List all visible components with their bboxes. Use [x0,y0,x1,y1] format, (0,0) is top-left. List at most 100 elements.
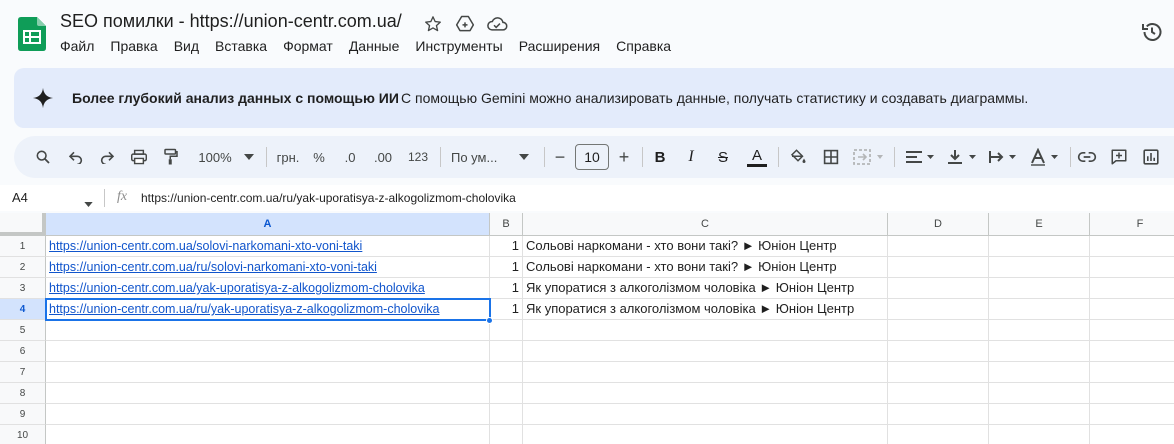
row-header[interactable]: 2 [0,257,46,278]
menu-extensions[interactable]: Расширения [511,38,608,54]
empty-cell[interactable] [888,320,989,341]
empty-cell[interactable] [523,362,888,383]
version-history-icon[interactable] [1140,20,1164,44]
empty-cell[interactable] [46,362,490,383]
decrease-decimal-button[interactable]: .0 [340,145,360,169]
cell-c2[interactable]: Сольові наркомани - хто вони такі? ► Юні… [523,257,888,278]
sheets-logo-icon[interactable] [18,17,46,51]
empty-cell[interactable] [46,320,490,341]
empty-cell[interactable] [1090,278,1174,299]
text-wrapping-icon[interactable] [986,145,1020,169]
empty-cell[interactable] [490,425,523,444]
empty-cell[interactable] [46,383,490,404]
empty-cell[interactable] [46,341,490,362]
text-color-button[interactable]: A [746,145,768,169]
row-header[interactable]: 10 [0,425,46,444]
column-header-d[interactable]: D [888,213,989,236]
currency-format-button[interactable]: грн. [274,145,302,169]
spreadsheet-grid[interactable]: A B C D E F 1 2 3 4 5 6 7 8 9 10 https:/… [0,213,1174,444]
empty-cell[interactable] [989,299,1090,320]
vertical-align-icon[interactable] [945,145,979,169]
empty-cell[interactable] [989,425,1090,444]
search-menus-icon[interactable] [32,145,54,169]
cell-a2[interactable]: https://union-centr.com.ua/ru/solovi-nar… [46,257,490,278]
print-icon[interactable] [128,145,150,169]
empty-cell[interactable] [1090,236,1174,257]
name-box-chevron-down-icon[interactable] [84,194,93,212]
column-header-c[interactable]: C [523,213,888,236]
empty-cell[interactable] [1090,320,1174,341]
cell-c1[interactable]: Сольові наркомани - хто вони такі? ► Юні… [523,236,888,257]
empty-cell[interactable] [490,404,523,425]
move-to-drive-icon[interactable] [454,13,476,35]
cell-b2[interactable]: 1 [490,257,523,278]
menu-tools[interactable]: Инструменты [407,38,510,54]
empty-cell[interactable] [490,341,523,362]
row-header[interactable]: 7 [0,362,46,383]
empty-cell[interactable] [1090,404,1174,425]
empty-cell[interactable] [888,341,989,362]
empty-cell[interactable] [46,404,490,425]
percent-format-button[interactable]: % [310,145,328,169]
empty-cell[interactable] [989,236,1090,257]
text-rotation-icon[interactable] [1027,145,1063,169]
empty-cell[interactable] [989,257,1090,278]
number-format-button[interactable]: 123 [405,145,431,169]
empty-cell[interactable] [1090,341,1174,362]
increase-decimal-button[interactable]: .00 [371,145,395,169]
paint-format-icon[interactable] [160,145,182,169]
empty-cell[interactable] [989,383,1090,404]
empty-cell[interactable] [888,299,989,320]
horizontal-align-icon[interactable] [903,145,937,169]
column-header-e[interactable]: E [989,213,1090,236]
empty-cell[interactable] [888,383,989,404]
cell-c3[interactable]: Як упоратися з алкоголізмом чоловіка ► Ю… [523,278,888,299]
select-all-corner[interactable] [0,213,46,236]
empty-cell[interactable] [989,404,1090,425]
menu-data[interactable]: Данные [341,38,408,54]
column-header-b[interactable]: B [490,213,523,236]
cloud-saved-icon[interactable] [486,13,508,35]
cell-b3[interactable]: 1 [490,278,523,299]
empty-cell[interactable] [490,362,523,383]
empty-cell[interactable] [1090,299,1174,320]
menu-view[interactable]: Вид [166,38,207,54]
increase-font-size-button[interactable]: + [616,145,632,169]
font-family-select[interactable]: По ум... [451,145,511,169]
empty-cell[interactable] [1090,362,1174,383]
formula-input[interactable]: https://union-centr.com.ua/ru/yak-uporat… [141,191,516,205]
zoom-chevron-down-icon[interactable] [243,145,255,169]
fill-color-icon[interactable] [787,145,809,169]
empty-cell[interactable] [523,404,888,425]
menu-file[interactable]: Файл [60,38,102,54]
cell-c4[interactable]: Як упоратися з алкоголізмом чоловіка ► Ю… [523,299,888,320]
empty-cell[interactable] [888,278,989,299]
empty-cell[interactable] [1090,257,1174,278]
empty-cell[interactable] [888,236,989,257]
empty-cell[interactable] [888,257,989,278]
empty-cell[interactable] [989,341,1090,362]
gemini-banner[interactable]: Более глубокий анализ данных с помощью И… [14,68,1174,128]
fill-handle[interactable] [486,317,493,324]
redo-icon[interactable] [96,145,118,169]
decrease-font-size-button[interactable]: − [552,145,568,169]
empty-cell[interactable] [1090,383,1174,404]
empty-cell[interactable] [46,425,490,444]
insert-chart-icon[interactable] [1140,145,1162,169]
font-chevron-down-icon[interactable] [518,145,530,169]
empty-cell[interactable] [989,320,1090,341]
empty-cell[interactable] [989,362,1090,383]
document-title[interactable]: SEO помилки - https://union-centr.com.ua… [60,11,402,32]
font-size-input[interactable]: 10 [575,144,609,170]
bold-button[interactable]: B [651,145,669,169]
row-header[interactable]: 8 [0,383,46,404]
strikethrough-button[interactable]: S [714,145,732,169]
empty-cell[interactable] [523,425,888,444]
empty-cell[interactable] [888,425,989,444]
row-header[interactable]: 5 [0,320,46,341]
empty-cell[interactable] [490,320,523,341]
row-header[interactable]: 1 [0,236,46,257]
zoom-select[interactable]: 100% [194,145,236,169]
cell-b4[interactable]: 1 [490,299,523,320]
menu-insert[interactable]: Вставка [207,38,275,54]
